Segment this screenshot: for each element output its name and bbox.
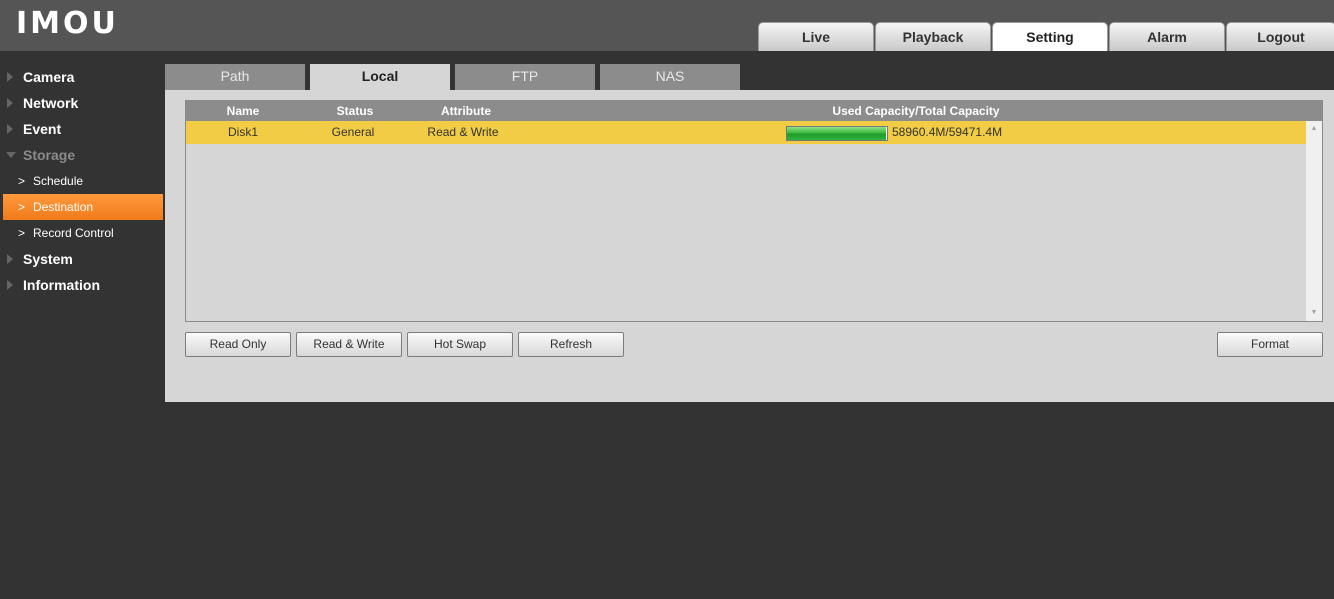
chevron-right-icon: > — [18, 200, 26, 214]
sidebar-item-information[interactable]: Information — [0, 272, 165, 298]
sidebar-item-label: Camera — [23, 69, 75, 85]
capacity-progress-bar — [786, 126, 888, 141]
read-only-button[interactable]: Read Only — [185, 332, 291, 357]
disk-status: General — [331, 125, 375, 139]
sidebar-item-label: Network — [23, 95, 79, 111]
tab-playback[interactable]: Playback — [875, 22, 991, 51]
collapsed-arrow-icon — [7, 280, 13, 290]
capacity-progress-fill — [787, 127, 887, 140]
tab-alarm[interactable]: Alarm — [1109, 22, 1225, 51]
expanded-arrow-icon — [6, 152, 16, 158]
subtab-ftp[interactable]: FTP — [455, 64, 595, 90]
collapsed-arrow-icon — [7, 124, 13, 134]
column-header-capacity: Used Capacity/Total Capacity — [832, 104, 1000, 118]
tab-live[interactable]: Live — [758, 22, 874, 51]
read-write-button[interactable]: Read & Write — [296, 332, 402, 357]
storage-subtab-bar: Path Local FTP NAS — [165, 64, 1334, 90]
sidebar-item-event[interactable]: Event — [0, 116, 165, 142]
imou-logo: IMOU — [16, 6, 119, 41]
tab-setting[interactable]: Setting — [992, 22, 1108, 51]
disk-attribute: Read & Write — [427, 125, 499, 139]
table-scrollbar[interactable]: ▲ ▼ — [1306, 121, 1322, 321]
local-storage-panel: Name Status Attribute Used Capacity/Tota… — [165, 90, 1334, 402]
hot-swap-button[interactable]: Hot Swap — [407, 332, 513, 357]
sidebar-subitem-destination[interactable]: > Destination — [3, 194, 163, 220]
chevron-right-icon: > — [18, 174, 26, 188]
subtab-nas[interactable]: NAS — [600, 64, 740, 90]
sidebar: Camera Network Event Storage > Schedule … — [0, 64, 165, 298]
chevron-right-icon: > — [18, 226, 26, 240]
sidebar-subitem-schedule[interactable]: > Schedule — [0, 168, 165, 194]
subtab-local[interactable]: Local — [310, 64, 450, 90]
main-content: Path Local FTP NAS Name Status Attribute… — [165, 64, 1334, 402]
refresh-button[interactable]: Refresh — [518, 332, 624, 357]
sidebar-item-label: Event — [23, 121, 62, 137]
sidebar-item-label: Storage — [23, 147, 76, 163]
tab-logout[interactable]: Logout — [1226, 22, 1334, 51]
sidebar-item-label: System — [23, 251, 73, 267]
collapsed-arrow-icon — [7, 98, 13, 108]
disk-table: Name Status Attribute Used Capacity/Tota… — [185, 100, 1323, 322]
scroll-up-arrow-icon[interactable]: ▲ — [1306, 122, 1322, 136]
scroll-down-arrow-icon[interactable]: ▼ — [1306, 306, 1322, 320]
sidebar-subitem-label: Schedule — [33, 174, 84, 188]
sidebar-item-label: Information — [23, 277, 100, 293]
column-header-attribute: Attribute — [441, 104, 491, 118]
sidebar-item-camera[interactable]: Camera — [0, 64, 165, 90]
sidebar-subitem-record-control[interactable]: > Record Control — [0, 220, 165, 246]
sidebar-subitem-label: Record Control — [33, 226, 114, 240]
table-row[interactable]: Disk1 General Read & Write 58960.4M/5947… — [186, 121, 1306, 144]
disk-name: Disk1 — [227, 125, 258, 139]
subtab-path[interactable]: Path — [165, 64, 305, 90]
table-header: Name Status Attribute Used Capacity/Tota… — [186, 101, 1322, 121]
collapsed-arrow-icon — [7, 72, 13, 82]
format-button[interactable]: Format — [1217, 332, 1323, 357]
sidebar-item-system[interactable]: System — [0, 246, 165, 272]
sidebar-subitem-label: Destination — [33, 200, 94, 214]
column-header-status: Status — [336, 104, 374, 118]
sidebar-item-storage[interactable]: Storage — [0, 142, 165, 168]
collapsed-arrow-icon — [7, 254, 13, 264]
capacity-text: 58960.4M/59471.4M — [892, 125, 1003, 139]
sidebar-item-network[interactable]: Network — [0, 90, 165, 116]
top-header: IMOU Live Playback Setting Alarm Logout — [0, 0, 1334, 51]
column-header-name: Name — [226, 104, 260, 118]
